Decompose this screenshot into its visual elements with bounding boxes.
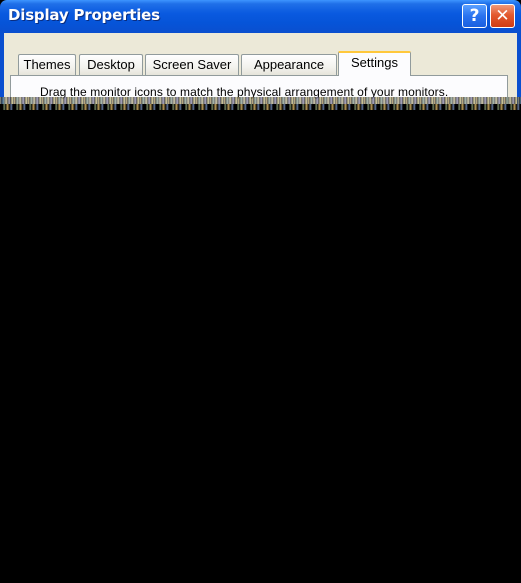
window-title: Display Properties xyxy=(8,6,160,24)
tab-desktop[interactable]: Desktop xyxy=(79,54,143,75)
help-icon: ? xyxy=(469,6,480,26)
close-icon: ✕ xyxy=(495,6,510,26)
close-button[interactable]: ✕ xyxy=(490,4,515,28)
tab-themes[interactable]: Themes xyxy=(18,54,76,75)
tab-appearance[interactable]: Appearance xyxy=(241,54,337,75)
unrendered-area xyxy=(0,110,521,583)
help-button[interactable]: ? xyxy=(462,4,487,28)
tab-settings[interactable]: Settings xyxy=(338,51,411,76)
tab-screen-saver[interactable]: Screen Saver xyxy=(145,54,239,75)
title-bar[interactable]: Display Properties ? ✕ xyxy=(0,0,521,33)
display-properties-window: Display Properties ? ✕ Themes Desktop Sc… xyxy=(0,0,521,583)
